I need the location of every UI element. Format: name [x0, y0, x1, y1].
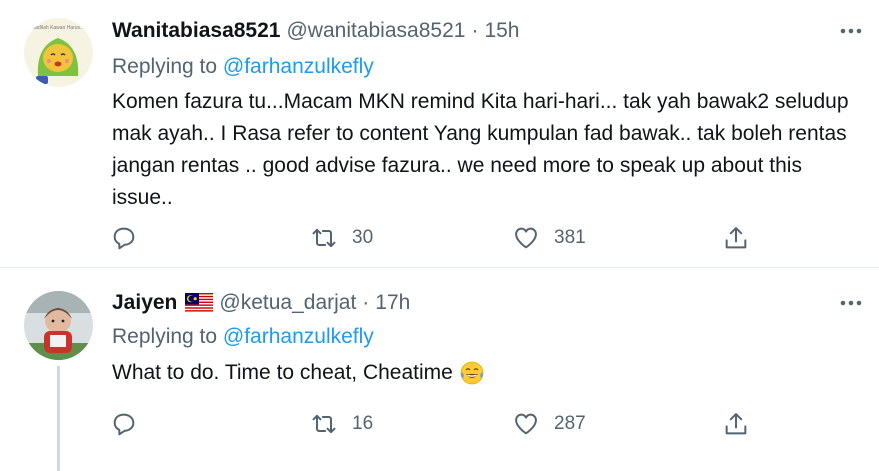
- separator-dot: ·: [362, 291, 370, 314]
- replying-to-label: Replying to: [112, 55, 218, 78]
- replying-to: Replying to @farhanzulkefly: [112, 325, 374, 349]
- avatar-caption: Jadilah Kawan Harus...: [33, 25, 84, 31]
- more-options-icon[interactable]: [837, 21, 865, 41]
- share-button[interactable]: [722, 221, 750, 255]
- retweet-icon: [310, 224, 338, 252]
- retweet-count: 30: [352, 227, 374, 248]
- display-name[interactable]: Jaiyen: [112, 291, 177, 315]
- tweet-header: Jaiyen @ketua_darjat · 17h: [112, 288, 410, 318]
- reply-button[interactable]: [110, 407, 138, 441]
- retweet-button[interactable]: 30: [310, 221, 373, 255]
- tweet-text-container: What to do. Time to cheat, Cheatime: [112, 357, 867, 389]
- tweet-header: Wanitabiasa8521 @wanitabiasa8521 · 15h: [112, 16, 519, 46]
- heart-icon: [512, 224, 540, 252]
- thread-line: [57, 366, 60, 471]
- more-options-icon[interactable]: [837, 293, 865, 313]
- share-icon: [722, 224, 750, 252]
- replying-to-label: Replying to: [112, 325, 218, 348]
- retweet-button[interactable]: 16: [310, 407, 373, 441]
- reply-icon: [110, 410, 138, 438]
- tweet[interactable]: Jaiyen @ketua_darjat · 17h Replying to @…: [0, 268, 879, 471]
- user-handle[interactable]: @wanitabiasa8521: [286, 19, 465, 43]
- tweet[interactable]: Jadilah Kawan Harus... Wanitabiasa8521 @…: [0, 0, 879, 268]
- retweet-count: 16: [352, 413, 374, 434]
- share-icon: [722, 410, 750, 438]
- mention-link[interactable]: @farhanzulkefly: [223, 55, 374, 78]
- heart-icon: [512, 410, 540, 438]
- face-with-tears-of-joy-icon: [459, 360, 485, 386]
- like-button[interactable]: 287: [512, 407, 586, 441]
- tweet-text: What to do. Time to cheat, Cheatime: [112, 361, 453, 384]
- reply-icon: [110, 224, 138, 252]
- user-handle[interactable]: @ketua_darjat: [219, 291, 356, 315]
- tweet-text: Komen fazura tu...Macam MKN remind Kita …: [112, 90, 849, 209]
- retweet-icon: [310, 410, 338, 438]
- like-count: 381: [554, 227, 586, 248]
- display-name[interactable]: Wanitabiasa8521: [112, 19, 280, 43]
- like-count: 287: [554, 413, 586, 434]
- tweet-actions: 16 287: [110, 407, 750, 441]
- timestamp[interactable]: 17h: [375, 291, 410, 315]
- avatar[interactable]: Jadilah Kawan Harus...: [24, 18, 93, 87]
- like-button[interactable]: 381: [512, 221, 586, 255]
- timestamp[interactable]: 15h: [484, 19, 519, 43]
- avatar[interactable]: [24, 291, 93, 360]
- tweet-actions: 30 381: [110, 221, 750, 255]
- share-button[interactable]: [722, 407, 750, 441]
- replying-to: Replying to @farhanzulkefly: [112, 55, 374, 79]
- malaysia-flag-icon: [185, 293, 214, 313]
- mention-link[interactable]: @farhanzulkefly: [223, 325, 374, 348]
- reply-button[interactable]: [110, 221, 138, 255]
- separator-dot: ·: [471, 19, 479, 42]
